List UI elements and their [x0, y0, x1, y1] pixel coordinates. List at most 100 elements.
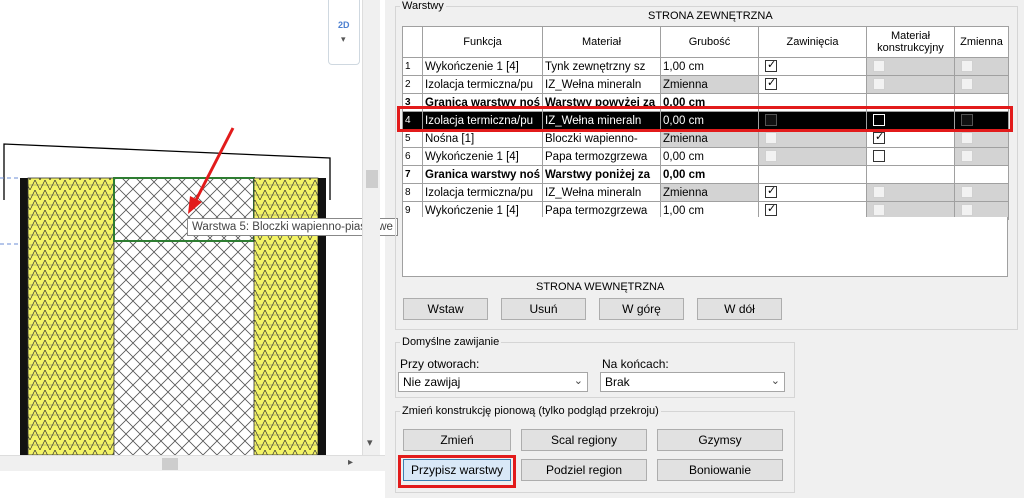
cell-zawiniecia[interactable] — [758, 183, 867, 202]
merge-regions-button[interactable]: Scal regiony — [521, 429, 647, 451]
zawiniecia-checkbox[interactable] — [765, 132, 777, 145]
cell-material[interactable]: Bloczki wapienno- — [542, 129, 661, 148]
col-material[interactable]: Materiał — [542, 26, 661, 58]
cell-konstrukcyjny[interactable] — [866, 165, 955, 184]
cell-zawiniecia[interactable] — [758, 147, 867, 166]
row-number[interactable]: 1 — [402, 57, 423, 76]
cell-konstrukcyjny[interactable] — [866, 129, 955, 148]
cell-konstrukcyjny[interactable] — [866, 75, 955, 94]
modify-button[interactable]: Zmień — [403, 429, 511, 451]
assign-button-highlight — [398, 455, 516, 488]
split-region-button[interactable]: Podziel region — [521, 459, 647, 481]
cell-material[interactable]: Warstwy poniżej za — [542, 165, 661, 184]
zmienna-checkbox[interactable] — [961, 60, 973, 73]
cell-grubosc[interactable]: Zmienna — [660, 75, 759, 94]
cell-funkcja[interactable]: Izolacja termiczna/pu — [422, 75, 543, 94]
scroll-right-arrow-icon[interactable]: ▸ — [348, 457, 353, 468]
konstrukcyjny-checkbox[interactable] — [873, 131, 885, 145]
at-ends-select[interactable]: Brak ⌄ — [600, 372, 785, 392]
row-number[interactable]: 7 — [402, 165, 423, 184]
table-row[interactable]: 1 Wykończenie 1 [4] Tynk zewnętrzny sz 1,00… — [402, 57, 1009, 76]
cell-zmienna[interactable] — [954, 57, 1009, 76]
cell-zawiniecia[interactable] — [758, 165, 867, 184]
cell-zmienna[interactable] — [954, 147, 1009, 166]
zmienna-checkbox[interactable] — [961, 150, 973, 163]
zmienna-checkbox[interactable] — [961, 78, 973, 91]
table-row[interactable]: 7 Granica warstwy noś Warstwy poniżej za 0,… — [402, 165, 1009, 184]
cell-zmienna[interactable] — [954, 75, 1009, 94]
col-zawiniecia[interactable]: Zawinięcia — [758, 26, 867, 58]
cell-zawiniecia[interactable] — [758, 129, 867, 148]
cell-grubosc[interactable]: 0,00 cm — [660, 147, 759, 166]
row-number[interactable]: 6 — [402, 147, 423, 166]
reveals-button[interactable]: Boniowanie — [657, 459, 783, 481]
at-openings-select[interactable]: Nie zawijaj ⌄ — [398, 372, 588, 392]
table-row[interactable]: 8 Izolacja termiczna/pu IZ_Wełna mineraln Z… — [402, 183, 1009, 202]
zmienna-checkbox[interactable] — [961, 132, 973, 145]
table-header: Funkcja Materiał Grubość Zawinięcia Mate… — [402, 26, 1009, 58]
konstrukcyjny-checkbox[interactable] — [873, 78, 885, 91]
zawiniecia-checkbox[interactable] — [765, 77, 777, 91]
move-up-button[interactable]: W górę — [599, 298, 684, 320]
cell-konstrukcyjny[interactable] — [866, 147, 955, 166]
cell-konstrukcyjny[interactable] — [866, 57, 955, 76]
zawiniecia-checkbox[interactable] — [765, 203, 777, 217]
konstrukcyjny-checkbox[interactable] — [873, 186, 885, 199]
zmienna-checkbox[interactable] — [961, 186, 973, 199]
cell-zmienna[interactable] — [954, 129, 1009, 148]
cell-funkcja[interactable]: Wykończenie 1 [4] — [422, 57, 543, 76]
cell-grubosc[interactable]: 0,00 cm — [660, 165, 759, 184]
chevron-down-icon[interactable]: ▾ — [341, 34, 346, 45]
cell-funkcja[interactable]: Izolacja termiczna/pu — [422, 183, 543, 202]
view-control[interactable]: 2D ▾ — [328, 0, 360, 65]
sweeps-button[interactable]: Gzymsy — [657, 429, 783, 451]
konstrukcyjny-checkbox[interactable] — [873, 60, 885, 73]
col-zmienna[interactable]: Zmienna — [954, 26, 1009, 58]
zmienna-checkbox[interactable] — [961, 204, 973, 217]
cell-grubosc[interactable]: 1,00 cm — [660, 57, 759, 76]
exterior-side-label: STRONA ZEWNĘTRZNA — [648, 10, 773, 22]
insert-button[interactable]: Wstaw — [403, 298, 488, 320]
cell-grubosc[interactable]: Zmienna — [660, 183, 759, 202]
table-row[interactable]: 2 Izolacja termiczna/pu IZ_Wełna mineraln Z… — [402, 75, 1009, 94]
cell-material[interactable]: IZ_Wełna mineraln — [542, 75, 661, 94]
scroll-down-arrow-icon[interactable]: ▾ — [367, 436, 373, 449]
cell-material[interactable]: IZ_Wełna mineraln — [542, 183, 661, 202]
col-konstrukcyjny[interactable]: Materiał konstrukcyjny — [866, 26, 955, 58]
cell-material[interactable]: Tynk zewnętrzny sz — [542, 57, 661, 76]
cell-konstrukcyjny[interactable] — [866, 183, 955, 202]
cell-material[interactable]: Papa termozgrzewa — [542, 147, 661, 166]
konstrukcyjny-checkbox[interactable] — [873, 150, 885, 163]
zawiniecia-checkbox[interactable] — [765, 150, 777, 163]
zawiniecia-checkbox[interactable] — [765, 59, 777, 73]
vertical-scroll-thumb[interactable] — [366, 170, 378, 188]
chevron-down-icon: ⌄ — [573, 374, 583, 387]
cell-zawiniecia[interactable] — [758, 75, 867, 94]
delete-button[interactable]: Usuń — [501, 298, 586, 320]
vertical-scrollbar[interactable]: ▾ — [362, 0, 380, 455]
horizontal-scrollbar[interactable]: ▸ — [0, 455, 385, 471]
cell-funkcja[interactable]: Nośna [1] — [422, 129, 543, 148]
row-number[interactable]: 2 — [402, 75, 423, 94]
table-row[interactable]: 6 Wykończenie 1 [4] Papa termozgrzewa 0,00 … — [402, 147, 1009, 166]
table-row[interactable]: 5 Nośna [1] Bloczki wapienno- Zmienna — [402, 129, 1009, 148]
move-down-button[interactable]: W dół — [697, 298, 782, 320]
col-num — [402, 26, 423, 58]
row-number[interactable]: 8 — [402, 183, 423, 202]
cell-funkcja[interactable]: Wykończenie 1 [4] — [422, 147, 543, 166]
chevron-down-icon: ⌄ — [770, 374, 780, 387]
konstrukcyjny-checkbox[interactable] — [873, 204, 885, 217]
horizontal-scroll-thumb[interactable] — [162, 458, 178, 470]
col-funkcja[interactable]: Funkcja — [422, 26, 543, 58]
zawiniecia-checkbox[interactable] — [765, 185, 777, 199]
row-number[interactable]: 5 — [402, 129, 423, 148]
cell-zawiniecia[interactable] — [758, 57, 867, 76]
at-openings-value: Nie zawijaj — [403, 375, 461, 389]
cell-zmienna[interactable] — [954, 165, 1009, 184]
vertical-structure-legend: Zmień konstrukcję pionową (tylko podgląd… — [402, 405, 659, 417]
col-grubosc[interactable]: Grubość — [660, 26, 759, 58]
section-preview[interactable]: Warstwa 5: Bloczki wapienno-piaskowe 2D … — [0, 0, 398, 498]
cell-funkcja[interactable]: Granica warstwy noś — [422, 165, 543, 184]
cell-grubosc[interactable]: Zmienna — [660, 129, 759, 148]
cell-zmienna[interactable] — [954, 183, 1009, 202]
